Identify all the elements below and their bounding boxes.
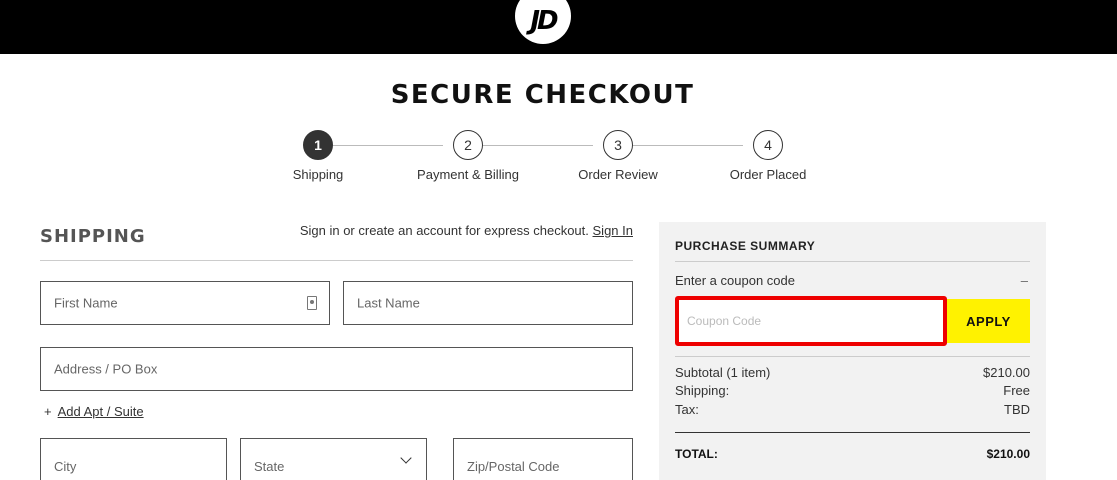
top-header-bar: JD [0, 0, 1117, 54]
summary-divider [675, 356, 1030, 357]
coupon-label: Enter a coupon code [675, 273, 795, 288]
address-field[interactable]: Address / PO Box [40, 347, 633, 391]
page-title: SECURE CHECKOUT [390, 80, 695, 110]
shipping-row: Shipping: Free [675, 383, 1030, 398]
tax-value: TBD [1004, 402, 1030, 417]
collapse-coupon-icon[interactable]: – [1021, 273, 1028, 288]
summary-title: PURCHASE SUMMARY [675, 239, 816, 253]
total-row: TOTAL: $210.00 [675, 447, 1030, 461]
coupon-placeholder: Coupon Code [687, 314, 762, 328]
total-label: TOTAL: [675, 447, 718, 461]
subtotal-value: $210.00 [983, 365, 1030, 380]
logo-text: JD [530, 6, 558, 36]
coupon-code-input[interactable]: Coupon Code [675, 296, 947, 346]
last-name-placeholder: Last Name [357, 295, 420, 311]
first-name-placeholder: First Name [54, 295, 118, 311]
section-divider [40, 260, 633, 261]
total-divider [675, 432, 1030, 433]
tax-row: Tax: TBD [675, 402, 1030, 417]
apply-coupon-button[interactable]: APPLY [947, 299, 1030, 343]
city-field[interactable]: City [40, 438, 227, 480]
first-name-field[interactable]: First Name [40, 281, 330, 325]
city-placeholder: City [54, 459, 77, 474]
subtotal-row: Subtotal (1 item) $210.00 [675, 365, 1030, 380]
step-connector [333, 145, 443, 146]
state-select[interactable]: State [240, 438, 427, 480]
step-1-label: Shipping [292, 167, 344, 182]
shipping-section-title: SHIPPING [40, 226, 146, 247]
step-3-label: Order Review [578, 167, 658, 182]
plus-icon: + [44, 404, 52, 419]
add-apt-label: Add Apt / Suite [57, 404, 144, 419]
step-connector [633, 145, 743, 146]
signin-prompt-text: Sign in or create an account for express… [299, 223, 589, 238]
state-placeholder: State [254, 459, 285, 474]
zip-placeholder: Zip/Postal Code [467, 459, 560, 474]
step-connector [483, 145, 593, 146]
contact-card-icon[interactable] [307, 296, 317, 310]
step-4-label: Order Placed [729, 167, 807, 182]
purchase-summary-panel: PURCHASE SUMMARY Enter a coupon code – C… [659, 222, 1046, 480]
chevron-down-icon [400, 452, 412, 464]
add-apt-suite-link[interactable]: + Add Apt / Suite [44, 404, 144, 419]
step-3-indicator: 3 [603, 130, 633, 160]
zip-field[interactable]: Zip/Postal Code [453, 438, 633, 480]
total-value: $210.00 [986, 447, 1030, 461]
signin-link[interactable]: Sign In [593, 223, 633, 238]
step-2-indicator: 2 [453, 130, 483, 160]
step-1-indicator: 1 [303, 130, 333, 160]
step-4-indicator: 4 [753, 130, 783, 160]
tax-label: Tax: [675, 402, 699, 417]
step-2-label: Payment & Billing [417, 167, 519, 182]
address-placeholder: Address / PO Box [54, 361, 158, 377]
signin-prompt: Sign in or create an account for express… [300, 223, 633, 238]
subtotal-label: Subtotal (1 item) [675, 365, 771, 380]
checkout-progress: 1 Shipping 2 Payment & Billing 3 Order R… [0, 130, 1117, 190]
jd-logo[interactable]: JD [515, 0, 571, 44]
shipping-label: Shipping: [675, 383, 730, 398]
summary-divider [675, 261, 1030, 262]
shipping-value: Free [1003, 383, 1030, 398]
last-name-field[interactable]: Last Name [343, 281, 633, 325]
